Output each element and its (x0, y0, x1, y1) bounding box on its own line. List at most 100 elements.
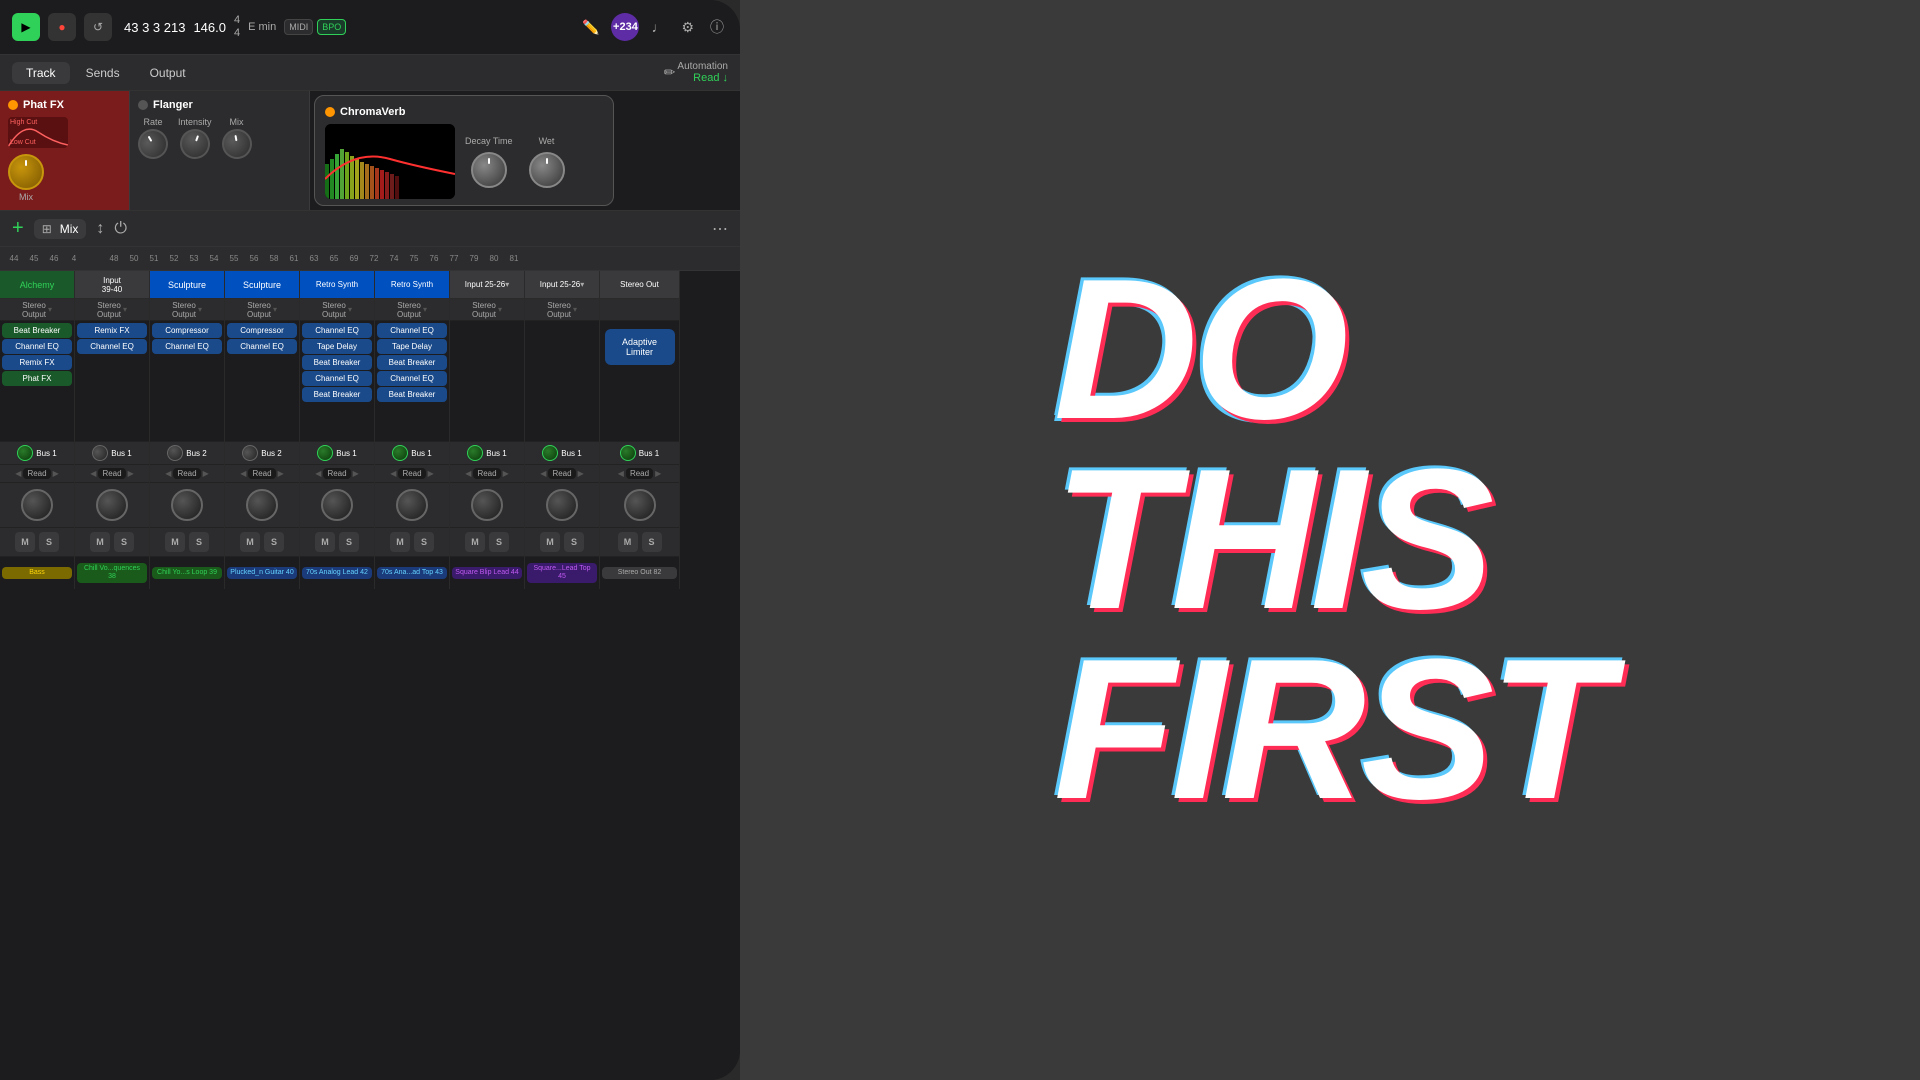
flanger-rate-knob[interactable] (133, 124, 174, 165)
bus-knob-5[interactable] (317, 445, 333, 461)
bus-6[interactable]: Bus 1 (375, 441, 449, 465)
solo-button-5[interactable]: S (339, 532, 359, 552)
fader-knob-9[interactable] (624, 489, 656, 521)
phat-fx-panel[interactable]: Phat FX High Cut Low Cut Mix (0, 91, 130, 210)
mute-button-8[interactable]: M (540, 532, 560, 552)
bus-4[interactable]: Bus 2 (225, 441, 299, 465)
bus-knob-6[interactable] (392, 445, 408, 461)
bus-2[interactable]: Bus 1 (75, 441, 149, 465)
plugin-tape-delay-1[interactable]: Tape Delay (302, 339, 372, 354)
fader-knob-5[interactable] (321, 489, 353, 521)
solo-button-9[interactable]: S (642, 532, 662, 552)
trackname-pill-4[interactable]: Plucked_n Guitar 40 (227, 567, 297, 579)
mix-label[interactable]: Mix (60, 222, 79, 236)
chromaverb-panel[interactable]: ChromaVerb (314, 95, 614, 206)
mute-button-4[interactable]: M (240, 532, 260, 552)
bus-8[interactable]: Bus 1 (525, 441, 599, 465)
fader-knob-4[interactable] (246, 489, 278, 521)
flanger-mix-knob[interactable] (219, 127, 254, 162)
instrument-input-39-40[interactable]: Input39-40 (75, 271, 149, 299)
trackname-pill-3[interactable]: Chill Yo...s Loop 39 (152, 567, 222, 579)
output-stereo-3[interactable]: StereoOutput ▾ (150, 299, 224, 321)
fader-knob-6[interactable] (396, 489, 428, 521)
instrument-input-25-26-1[interactable]: Input 25-26 ▾ (450, 271, 524, 299)
adaptive-limiter-plugin[interactable]: AdaptiveLimiter (605, 329, 675, 365)
fader-knob-7[interactable] (471, 489, 503, 521)
bus-knob-3[interactable] (165, 443, 185, 463)
plugin-compressor-2[interactable]: Compressor (227, 323, 297, 338)
plugin-compressor-1[interactable]: Compressor (152, 323, 222, 338)
read-label-1[interactable]: Read (23, 468, 50, 479)
cycle-button[interactable]: ↺ (84, 13, 112, 41)
pencil-icon[interactable]: ✏️ (578, 15, 603, 40)
mute-button-6[interactable]: M (390, 532, 410, 552)
read-label-4[interactable]: Read (248, 468, 275, 479)
instrument-retro-synth-1[interactable]: Retro Synth (300, 271, 374, 299)
plugin-channel-eq-5b[interactable]: Channel EQ (302, 371, 372, 386)
solo-button-4[interactable]: S (264, 532, 284, 552)
plugin-beat-breaker-5a[interactable]: Beat Breaker (302, 355, 372, 370)
trackname-pill-8[interactable]: Square...Lead Top 45 (527, 563, 597, 584)
plugin-phat-fx-1[interactable]: Phat FX (2, 371, 72, 386)
mute-button-1[interactable]: M (15, 532, 35, 552)
play-button[interactable]: ▶ (12, 13, 40, 41)
fader-knob-1[interactable] (21, 489, 53, 521)
more-button[interactable]: ⋯ (712, 219, 728, 239)
read-label-2[interactable]: Read (98, 468, 125, 479)
output-stereo-8[interactable]: StereoOutput ▾ (525, 299, 599, 321)
output-stereo-2[interactable]: StereoOutput ▾ (75, 299, 149, 321)
bus-5[interactable]: Bus 1 (300, 441, 374, 465)
plugin-tape-delay-2[interactable]: Tape Delay (377, 339, 447, 354)
trackname-pill-6[interactable]: 70s Ana...ad Top 43 (377, 567, 447, 579)
mute-button-5[interactable]: M (315, 532, 335, 552)
wet-knob[interactable] (529, 152, 565, 188)
edit-icon[interactable]: ✏ (664, 64, 676, 81)
read-label-7[interactable]: Read (473, 468, 500, 479)
fader-knob-3[interactable] (171, 489, 203, 521)
trackname-pill-9[interactable]: Stereo Out 82 (602, 567, 677, 579)
trackname-pill-7[interactable]: Square Blip Lead 44 (452, 567, 522, 579)
output-stereo-6[interactable]: StereoOutput ▾ (375, 299, 449, 321)
bus-knob-7[interactable] (467, 445, 483, 461)
plugin-beat-breaker-6a[interactable]: Beat Breaker (377, 355, 447, 370)
read-label-8[interactable]: Read (548, 468, 575, 479)
instrument-retro-synth-2[interactable]: Retro Synth (375, 271, 449, 299)
bus-knob-8[interactable] (542, 445, 558, 461)
fader-knob-2[interactable] (96, 489, 128, 521)
bus-knob-1[interactable] (17, 445, 33, 461)
mute-button-3[interactable]: M (165, 532, 185, 552)
flanger-panel[interactable]: Flanger Rate Intensity Mix (130, 91, 310, 210)
plugin-beat-breaker-1[interactable]: Beat Breaker (2, 323, 72, 338)
plugin-channel-eq-4[interactable]: Channel EQ (227, 339, 297, 354)
solo-button-3[interactable]: S (189, 532, 209, 552)
fader-knob-8[interactable] (546, 489, 578, 521)
plugin-channel-eq-2[interactable]: Channel EQ (77, 339, 147, 354)
plugin-channel-eq-6b[interactable]: Channel EQ (377, 371, 447, 386)
solo-button-8[interactable]: S (564, 532, 584, 552)
solo-button-2[interactable]: S (114, 532, 134, 552)
plugin-channel-eq-5[interactable]: Channel EQ (302, 323, 372, 338)
plugin-channel-eq-6[interactable]: Channel EQ (377, 323, 447, 338)
mute-button-2[interactable]: M (90, 532, 110, 552)
bus-knob-4[interactable] (239, 442, 261, 464)
plugin-remix-fx-1[interactable]: Remix FX (2, 355, 72, 370)
record-button[interactable]: ● (48, 13, 76, 41)
trackname-pill-1[interactable]: Bass (2, 567, 72, 579)
info-icon[interactable]: ⓘ (706, 13, 728, 41)
power-icon[interactable]: ⏻ (114, 220, 127, 238)
instrument-stereo-out[interactable]: Stereo Out (600, 271, 679, 299)
plugin-remix-fx-2[interactable]: Remix FX (77, 323, 147, 338)
bus-3[interactable]: Bus 2 (150, 441, 224, 465)
mute-button-9[interactable]: M (618, 532, 638, 552)
plugin-beat-breaker-6b[interactable]: Beat Breaker (377, 387, 447, 402)
trackname-pill-2[interactable]: Chill Vo...quences 38 (77, 563, 147, 584)
tab-sends[interactable]: Sends (72, 62, 134, 84)
decay-time-knob[interactable] (471, 152, 507, 188)
read-label-6[interactable]: Read (398, 468, 425, 479)
bus-knob-9[interactable] (620, 445, 636, 461)
bus-knob-2[interactable] (90, 443, 111, 464)
bus-7[interactable]: Bus 1 (450, 441, 524, 465)
bus-9[interactable]: Bus 1 (600, 441, 679, 465)
instrument-input-25-26-2[interactable]: Input 25-26 ▾ (525, 271, 599, 299)
add-track-button[interactable]: + (12, 217, 24, 240)
